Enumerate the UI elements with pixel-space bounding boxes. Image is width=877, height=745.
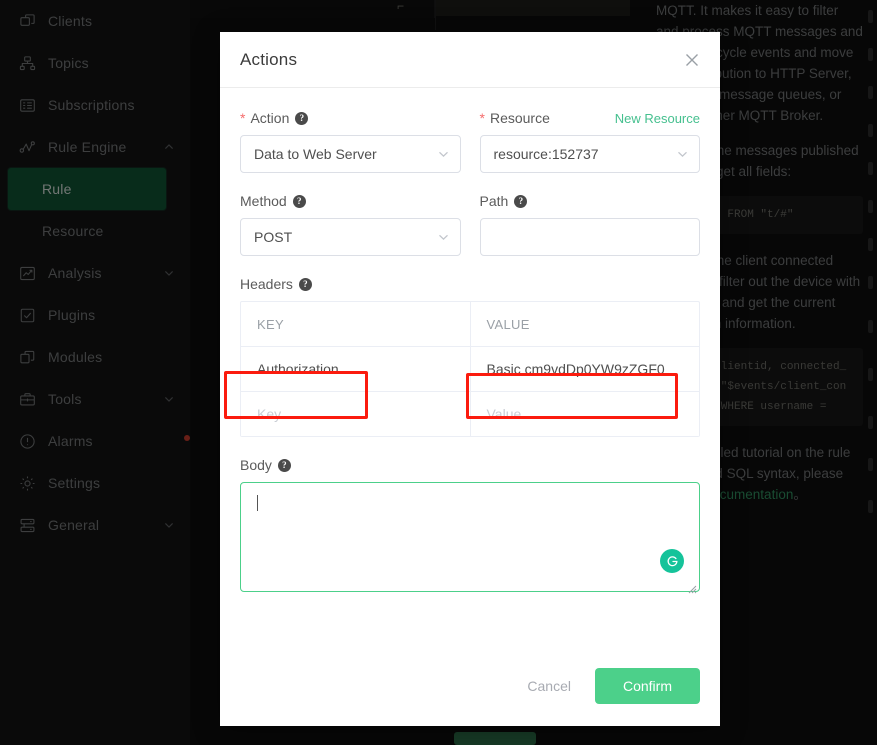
body-label: Body: [240, 457, 272, 473]
close-icon[interactable]: [682, 50, 702, 70]
body-label-row: Body ?: [240, 453, 700, 477]
method-select-value: POST: [254, 229, 293, 245]
headers-label: Headers: [240, 276, 293, 292]
row-method-path: Method ? POST Path ?: [240, 189, 700, 272]
field-body: Body ?: [240, 453, 700, 595]
action-label: Action: [250, 110, 290, 126]
method-label-row: Method ?: [240, 189, 461, 213]
field-method: Method ? POST: [240, 189, 461, 256]
help-icon[interactable]: ?: [292, 194, 306, 208]
required-indicator: *: [240, 110, 246, 126]
method-select[interactable]: POST: [240, 218, 461, 256]
help-icon[interactable]: ?: [298, 277, 312, 291]
modal-title: Actions: [240, 49, 298, 69]
screen: Clients Topics Subscriptions Rule Engine Rul…: [0, 0, 877, 745]
resource-label: Resource: [489, 110, 550, 126]
required-indicator: *: [479, 110, 485, 126]
modal-header: Actions: [220, 32, 720, 88]
row-action-resource: * Action ? Data to Web Server * Resource…: [240, 106, 700, 189]
action-label-row: * Action ?: [240, 106, 461, 130]
column-header-value: VALUE: [469, 302, 700, 346]
actions-modal: Actions * Action ? Data to Web Server * …: [220, 32, 720, 726]
header-key-input-empty[interactable]: Key: [241, 392, 470, 436]
resource-label-row: * Resource New Resource: [480, 106, 701, 130]
resource-select[interactable]: resource:152737: [479, 135, 700, 173]
chevron-down-icon: [437, 231, 450, 244]
resource-select-value: resource:152737: [493, 146, 599, 162]
path-label: Path: [479, 193, 509, 209]
field-path: Path ?: [479, 189, 701, 256]
help-icon[interactable]: ?: [514, 194, 528, 208]
field-action: * Action ? Data to Web Server: [240, 106, 461, 173]
grammarly-icon[interactable]: [660, 549, 684, 573]
body-textarea[interactable]: [240, 482, 700, 592]
text-cursor: [257, 495, 258, 511]
table-row: Authorization Basic cm9vdDp0YW9zZGF0: [241, 347, 699, 392]
path-input[interactable]: [479, 218, 700, 256]
headers-table-head: KEY VALUE: [241, 302, 699, 347]
header-key-input[interactable]: Authorization: [241, 347, 470, 391]
chevron-down-icon: [437, 148, 450, 161]
confirm-button[interactable]: Confirm: [594, 668, 700, 704]
action-select-value: Data to Web Server: [254, 146, 377, 162]
field-resource: * Resource New Resource resource:152737: [479, 106, 701, 173]
cancel-button[interactable]: Cancel: [513, 669, 585, 703]
action-select[interactable]: Data to Web Server: [240, 135, 461, 173]
path-label-row: Path ?: [480, 189, 701, 213]
help-icon[interactable]: ?: [295, 111, 309, 125]
resize-handle-icon[interactable]: [686, 581, 697, 594]
header-value-input-empty[interactable]: Value: [469, 392, 700, 436]
body-textarea-wrapper: [240, 482, 700, 595]
new-resource-link[interactable]: New Resource: [615, 111, 700, 126]
field-headers: Headers ? KEY VALUE Authorization Basic …: [240, 272, 700, 437]
headers-label-row: Headers ?: [240, 272, 700, 296]
headers-table: KEY VALUE Authorization Basic cm9vdDp0YW…: [240, 301, 700, 437]
column-header-key: KEY: [257, 316, 284, 332]
chevron-down-icon: [676, 148, 689, 161]
modal-body: * Action ? Data to Web Server * Resource…: [220, 88, 720, 652]
header-value-input[interactable]: Basic cm9vdDp0YW9zZGF0: [469, 347, 700, 391]
table-row-empty: Key Value: [241, 392, 699, 437]
help-icon[interactable]: ?: [277, 458, 291, 472]
method-label: Method: [240, 193, 287, 209]
modal-footer: Cancel Confirm: [220, 652, 720, 726]
